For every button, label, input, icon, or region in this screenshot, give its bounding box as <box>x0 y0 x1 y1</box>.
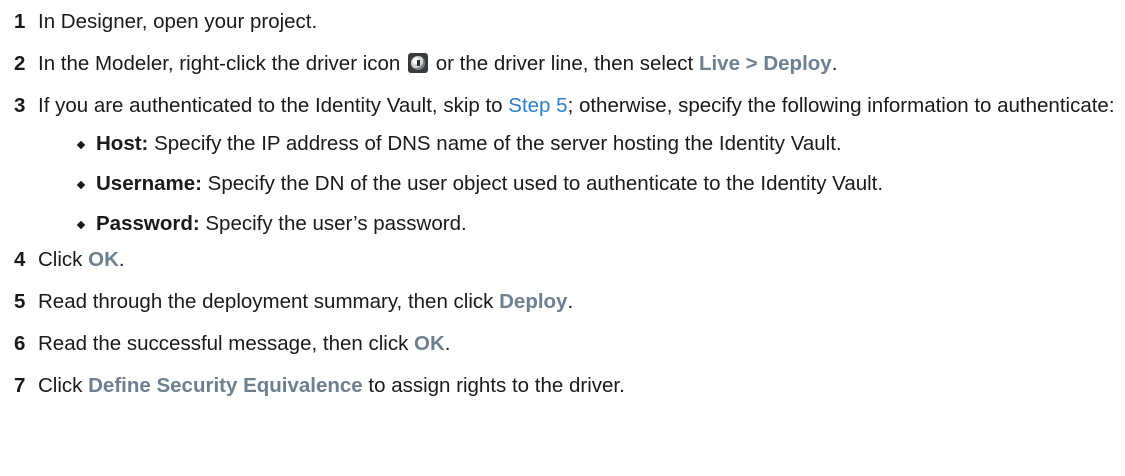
procedure-steps: 1 In Designer, open your project. 2 In t… <box>0 0 1125 400</box>
step-text: . <box>444 332 451 355</box>
step-number: 1 <box>14 10 26 33</box>
diamond-bullet-icon <box>76 140 86 150</box>
step-text: Read the successful message, then click <box>38 332 409 355</box>
diamond-bullet-icon <box>76 180 86 190</box>
step-number: 6 <box>14 332 26 355</box>
bullet-text: Specify the user’s password. <box>205 212 467 235</box>
step-4: 4 Click OK. <box>0 246 1125 274</box>
step-text: to assign rights to the driver. <box>368 374 625 397</box>
step-2: 2 In the Modeler, right-click the driver… <box>0 50 1125 78</box>
bullet-text: Specify the IP address of DNS name of th… <box>154 132 842 155</box>
step-text: If you are authenticated to the Identity… <box>38 94 503 117</box>
step-7: 7 Click Define Security Equivalence to a… <box>0 372 1125 400</box>
bullet-term: Host: <box>96 132 149 155</box>
step-text: . <box>118 248 125 271</box>
step-number: 2 <box>14 52 26 75</box>
bullet-term: Username: <box>96 172 202 195</box>
step-text: Click <box>38 248 83 271</box>
step-number: 5 <box>14 290 26 313</box>
step-text: Click <box>38 374 83 397</box>
ui-label-deploy: Deploy <box>499 290 568 313</box>
step-number: 4 <box>14 248 26 271</box>
step-5-link[interactable]: Step 5 <box>508 94 567 117</box>
step-number: 7 <box>14 374 26 397</box>
step-text: . <box>831 52 838 75</box>
ui-label-ok: OK <box>414 332 445 355</box>
step-number: 3 <box>14 94 26 117</box>
bullet-host: Host: Specify the IP address of DNS name… <box>38 130 1125 158</box>
step-3: 3 If you are authenticated to the Identi… <box>0 92 1125 238</box>
step-text: or the driver line, then select <box>435 52 694 75</box>
step-text: ; otherwise, specify the following infor… <box>567 94 1115 117</box>
diamond-bullet-icon <box>76 220 86 230</box>
step-text: In the Modeler, right-click the driver i… <box>38 52 401 75</box>
step-text: Read through the deployment summary, the… <box>38 290 494 313</box>
step-1: 1 In Designer, open your project. <box>0 8 1125 36</box>
step-5: 5 Read through the deployment summary, t… <box>0 288 1125 316</box>
auth-fields-list: Host: Specify the IP address of DNS name… <box>38 130 1125 238</box>
bullet-term: Password: <box>96 212 200 235</box>
bullet-text: Specify the DN of the user object used t… <box>207 172 884 195</box>
step-text: . <box>567 290 574 313</box>
driver-icon <box>408 53 429 73</box>
ui-label-define-security-equivalence: Define Security Equivalence <box>88 374 363 397</box>
bullet-username: Username: Specify the DN of the user obj… <box>38 170 1125 198</box>
ui-label-ok: OK <box>88 248 119 271</box>
step-text: In Designer, open your project. <box>38 10 318 33</box>
bullet-password: Password: Specify the user’s password. <box>38 210 1125 238</box>
step-6: 6 Read the successful message, then clic… <box>0 330 1125 358</box>
ui-label-live-deploy: Live > Deploy <box>698 52 832 75</box>
